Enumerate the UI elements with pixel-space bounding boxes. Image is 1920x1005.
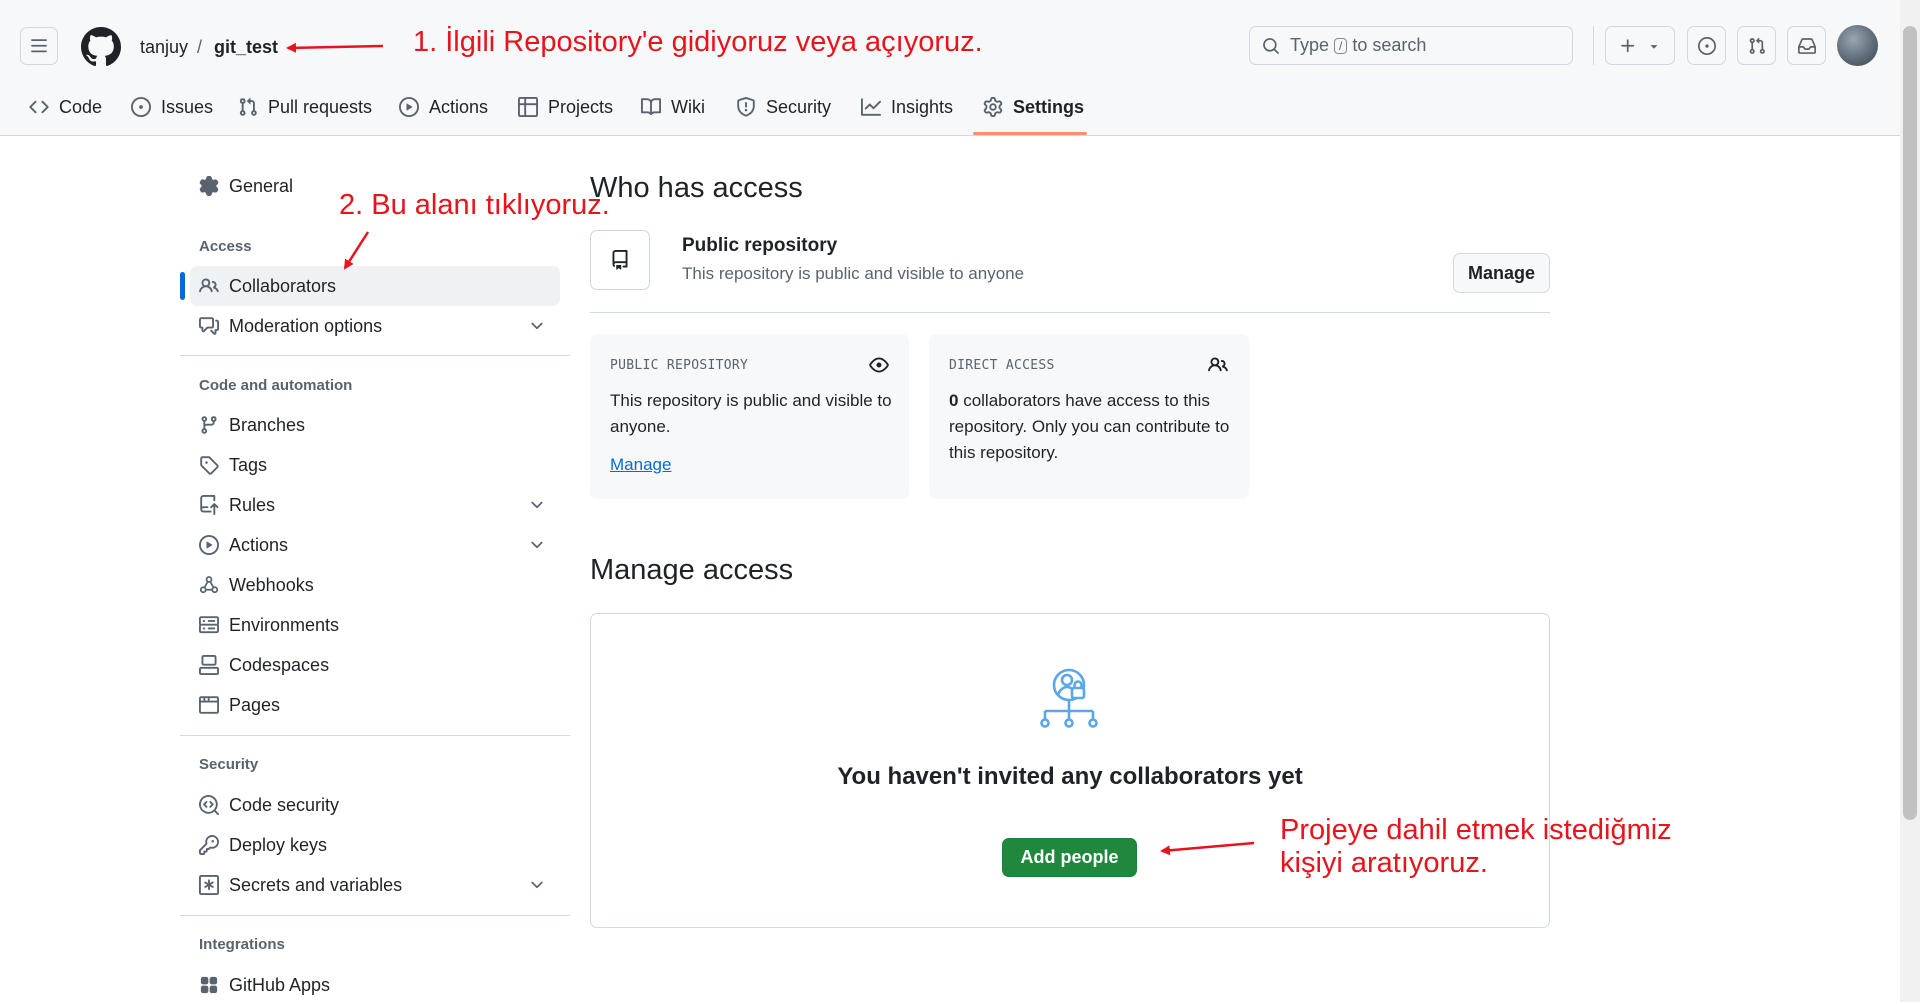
annotation-arrows — [286, 42, 1255, 856]
arrow-to-repo — [286, 42, 384, 53]
page-scrollbar-thumb[interactable] — [1903, 26, 1917, 820]
annotation-step3-line2: kişiyi aratıyoruz. — [1280, 847, 1488, 879]
annotation-step2: 2. Bu alanı tıklıyoruz. — [339, 189, 610, 221]
annotation-step3-line1: Projeye dahil etmek istediğmiz — [1280, 814, 1672, 846]
arrow-to-add-people — [1160, 841, 1255, 856]
annotation-step1: 1. İlgili Repository'e gidiyoruz veya aç… — [413, 26, 983, 58]
arrow-to-collaborators — [343, 231, 370, 270]
